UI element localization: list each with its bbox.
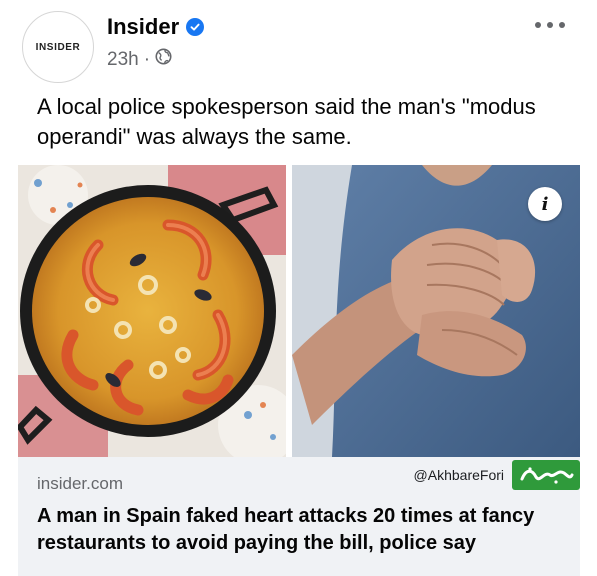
page-name[interactable]: Insider <box>107 14 179 40</box>
page-name-row: Insider <box>107 14 205 40</box>
meta-separator: · <box>143 48 151 70</box>
post-timestamp[interactable]: 23h <box>107 49 139 71</box>
link-domain: insider.com <box>37 474 123 493</box>
facebook-post: INSIDER Insider 23h · A local police spo… <box>0 0 597 576</box>
link-headline[interactable]: A man in Spain faked heart attacks 20 ti… <box>37 503 567 557</box>
globe-icon <box>155 48 172 71</box>
more-options-icon[interactable] <box>535 14 565 36</box>
post-caption: A local police spokesperson said the man… <box>37 94 536 149</box>
watermark-handle: @AkhbareFori <box>413 467 504 483</box>
post-meta: 23h · <box>107 48 172 71</box>
verified-badge-icon <box>186 18 205 36</box>
paella-photo[interactable] <box>18 165 286 457</box>
info-icon[interactable]: i <box>528 187 562 221</box>
chest-clutching-photo[interactable]: i <box>292 165 580 457</box>
page-avatar[interactable]: INSIDER <box>22 11 94 83</box>
avatar-logo-text: INSIDER <box>35 41 81 53</box>
watermark-logo <box>512 460 580 490</box>
watermark: @AkhbareFori <box>390 458 580 492</box>
